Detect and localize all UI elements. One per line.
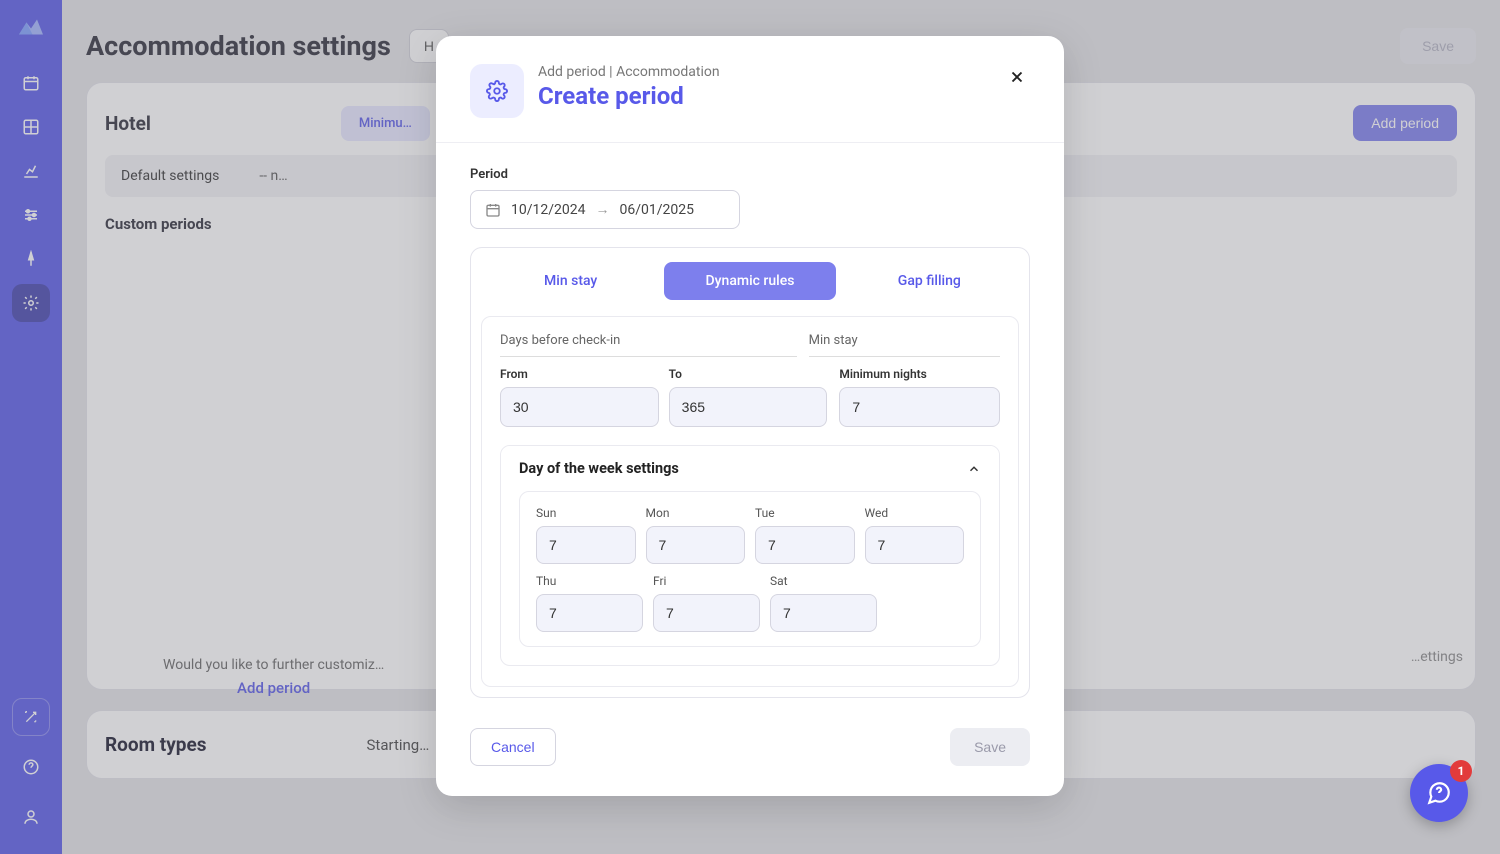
arrow-right-icon: → [596,201,610,218]
dow-sat-input[interactable] [770,594,877,632]
dow-sat-label: Sat [770,574,877,588]
close-icon[interactable] [1004,64,1030,90]
save-button[interactable]: Save [950,728,1030,766]
dow-tue-label: Tue [755,506,855,520]
date-from: 10/12/2024 [511,202,586,218]
dow-mon-input[interactable] [646,526,746,564]
dow-sun-input[interactable] [536,526,636,564]
min-nights-label: Minimum nights [839,367,1000,381]
tab-min-stay[interactable]: Min stay [485,262,656,300]
rules-container: Min stay Dynamic rules Gap filling Days … [470,247,1030,698]
period-label: Period [470,167,1030,182]
dow-mon-label: Mon [646,506,746,520]
modal-subtitle: Add period | Accommodation [538,64,720,80]
dow-fri-input[interactable] [653,594,760,632]
cancel-button[interactable]: Cancel [470,728,556,766]
dow-thu-input[interactable] [536,594,643,632]
dow-tue-input[interactable] [755,526,855,564]
dow-wed-label: Wed [865,506,965,520]
notification-badge: 1 [1450,760,1472,782]
modal-overlay: Add period | Accommodation Create period… [0,0,1500,854]
calendar-icon [485,202,501,218]
dow-fri-label: Fri [653,574,760,588]
to-label: To [669,367,828,381]
dow-settings: Day of the week settings Sun Mon Tue Wed [500,445,1000,666]
dynamic-rules-panel: Days before check-in Min stay From To [481,316,1019,687]
chevron-up-icon [967,462,981,476]
tab-dynamic-rules[interactable]: Dynamic rules [664,262,835,300]
dow-sun-label: Sun [536,506,636,520]
col-min-label: Min stay [809,333,1000,357]
date-range-input[interactable]: 10/12/2024 → 06/01/2025 [470,190,740,229]
dow-toggle[interactable]: Day of the week settings [501,446,999,491]
min-nights-input[interactable] [839,387,1000,427]
gear-icon [470,64,524,118]
dow-wed-input[interactable] [865,526,965,564]
from-label: From [500,367,659,381]
to-input[interactable] [669,387,828,427]
from-input[interactable] [500,387,659,427]
tab-gap-filling[interactable]: Gap filling [844,262,1015,300]
create-period-modal: Add period | Accommodation Create period… [436,36,1064,796]
col-days-label: Days before check-in [500,333,797,357]
modal-title: Create period [538,82,720,110]
chat-help-icon [1426,780,1452,806]
date-to: 06/01/2025 [620,202,695,218]
dow-thu-label: Thu [536,574,643,588]
help-fab[interactable]: 1 [1410,764,1468,822]
dow-title: Day of the week settings [519,460,679,477]
